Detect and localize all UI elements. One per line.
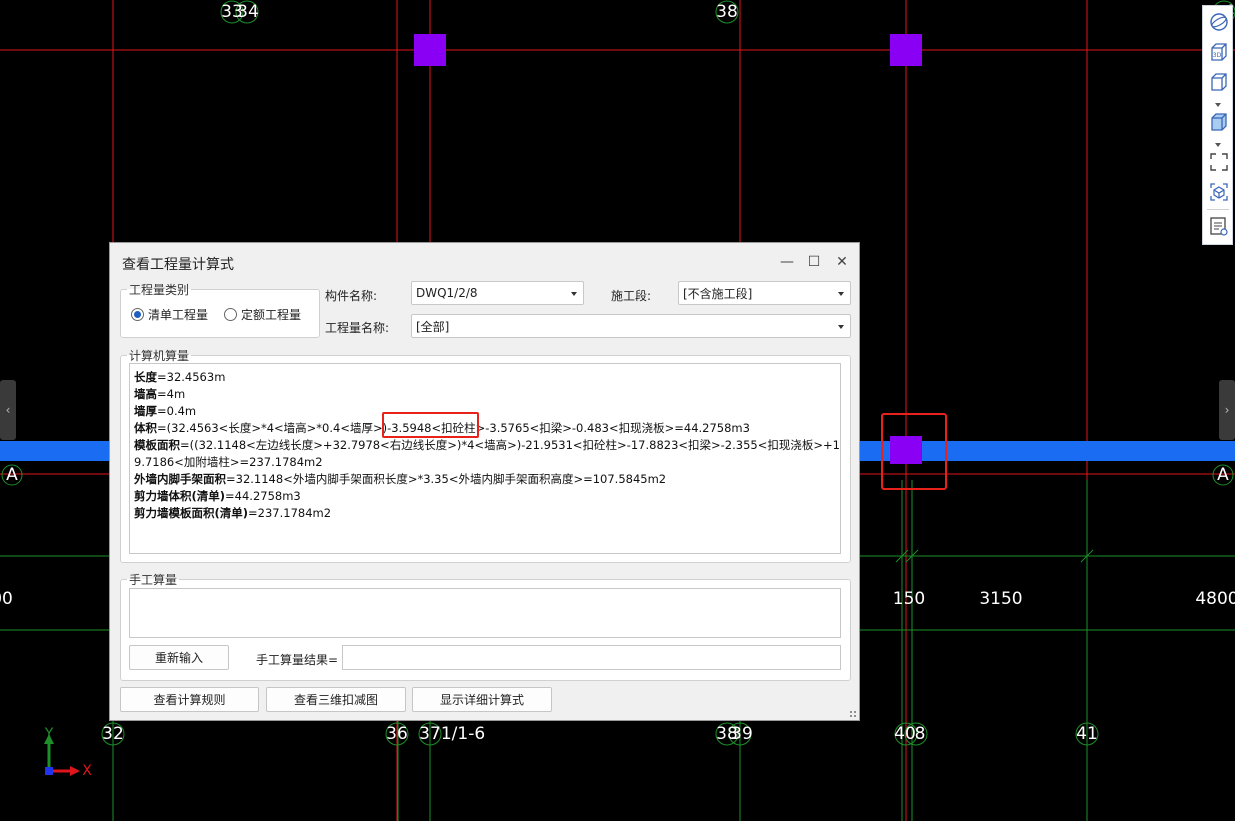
close-button[interactable]: ✕ bbox=[831, 251, 853, 273]
computer-calc-textarea[interactable]: 长度=32.4563m 墙高=4m 墙厚=0.4m 体积=(32.4563<长度… bbox=[129, 363, 841, 554]
list-view-icon[interactable] bbox=[1206, 214, 1231, 238]
cube-filled-icon[interactable] bbox=[1206, 110, 1231, 134]
manual-calc-legend: 手工算量 bbox=[129, 573, 178, 587]
quantity-name-select[interactable]: [全部] bbox=[411, 314, 851, 338]
bottom-axis-markers bbox=[101, 722, 1099, 746]
cube-outline-icon[interactable] bbox=[1206, 70, 1231, 94]
calc-line: 剪力墙体积(清单)=44.2758m3 bbox=[134, 489, 301, 503]
chevron-right-icon: › bbox=[1224, 403, 1230, 417]
calc-line: 外墙内脚手架面积=32.1148<外墙内脚手架面积长度>*3.35<外墙内脚手架… bbox=[134, 472, 667, 486]
axis-label-top: 34 bbox=[237, 2, 259, 22]
dimension-label: 3150 bbox=[979, 589, 1022, 609]
3d-box-icon[interactable]: 3D bbox=[1206, 40, 1231, 64]
quantity-name-label: 工程量名称: bbox=[325, 321, 390, 335]
chevron-left-icon: ‹ bbox=[5, 403, 11, 417]
dropdown-arrow-icon[interactable] bbox=[1215, 143, 1221, 147]
column-block[interactable] bbox=[414, 34, 446, 66]
ucs-x-label: X bbox=[82, 763, 92, 779]
ucs-icon: Y X bbox=[44, 726, 92, 779]
axis-label-side: A bbox=[1217, 465, 1229, 485]
chevron-down-icon bbox=[838, 292, 844, 296]
dimension-label: 150 bbox=[893, 589, 925, 609]
axis-label-bottom: 37 bbox=[419, 724, 441, 744]
dialog-title: 查看工程量计算式 bbox=[122, 257, 234, 273]
calc-line: 剪力墙模板面积(清单)=237.1784m2 bbox=[134, 506, 332, 520]
dropdown-arrow-icon[interactable] bbox=[1215, 103, 1221, 107]
stage-label: 施工段: bbox=[611, 289, 652, 303]
calc-line: 模板面积=((32.1148<左边线长度>+32.7978<右边线长度>)*4<… bbox=[134, 438, 840, 452]
dimension-label: 4800 bbox=[1195, 589, 1235, 609]
column-block[interactable] bbox=[890, 436, 922, 464]
quantity-name-value: [全部] bbox=[416, 319, 450, 334]
minimize-icon: — bbox=[780, 254, 794, 270]
computer-calc-legend: 计算机算量 bbox=[129, 349, 190, 363]
maximize-button[interactable]: ☐ bbox=[803, 251, 825, 273]
radio-label: 定额工程量 bbox=[241, 308, 302, 322]
stage-value: [不含施工段] bbox=[683, 286, 753, 301]
chevron-down-icon bbox=[571, 292, 577, 296]
right-collapse-tab[interactable]: › bbox=[1219, 380, 1235, 440]
radio-unselected-icon bbox=[224, 308, 237, 321]
fullscreen-icon[interactable] bbox=[1206, 150, 1231, 174]
column-block[interactable] bbox=[890, 34, 922, 66]
axis-label-bottom: 32 bbox=[102, 724, 124, 744]
manual-result-field[interactable] bbox=[342, 645, 841, 670]
calc-line: 墙高=4m bbox=[134, 387, 186, 401]
show-detailed-formula-button[interactable]: 显示详细计算式 bbox=[412, 687, 552, 712]
calc-line: 9.7186<加附墙柱>=237.1784m2 bbox=[134, 455, 323, 469]
reenter-button[interactable]: 重新输入 bbox=[129, 645, 229, 670]
component-name-select[interactable]: DWQ1/2/8 bbox=[411, 281, 584, 305]
calc-line: 墙厚=0.4m bbox=[134, 404, 197, 418]
minimize-button[interactable]: — bbox=[776, 251, 798, 273]
close-icon: ✕ bbox=[836, 254, 848, 270]
resize-grip-icon[interactable] bbox=[849, 710, 857, 718]
axis-label-bottom: 39 bbox=[731, 724, 753, 744]
axis-label-top: 38 bbox=[716, 2, 738, 22]
3d-text: 3D bbox=[1212, 52, 1221, 59]
calc-line: 长度=32.4563m bbox=[134, 370, 226, 384]
cube-view-icon[interactable] bbox=[1206, 180, 1231, 204]
radio-label: 清单工程量 bbox=[148, 308, 209, 322]
axis-label-bottom: 8 bbox=[915, 724, 926, 744]
ucs-y-label: Y bbox=[44, 726, 54, 742]
axis-label-bottom: 36 bbox=[386, 724, 408, 744]
deduction-highlight-box bbox=[382, 412, 479, 438]
quantity-type-legend: 工程量类别 bbox=[129, 283, 190, 297]
view-toolbar: 3D bbox=[1202, 5, 1233, 245]
bill-quantity-radio[interactable]: 清单工程量 bbox=[131, 306, 208, 323]
component-name-value: DWQ1/2/8 bbox=[416, 286, 478, 300]
view-3d-deduction-button[interactable]: 查看三维扣减图 bbox=[266, 687, 406, 712]
axis-label-bottom: 41 bbox=[1076, 724, 1098, 744]
view-calc-rules-button[interactable]: 查看计算规则 bbox=[120, 687, 259, 712]
chevron-down-icon bbox=[838, 325, 844, 329]
radio-selected-icon bbox=[131, 308, 144, 321]
manual-calc-textarea[interactable] bbox=[129, 588, 841, 638]
axis-label-bottom: 1/1-6 bbox=[441, 724, 485, 744]
axis-label-bottom: 40 bbox=[894, 724, 916, 744]
component-name-label: 构件名称: bbox=[325, 289, 378, 303]
axis-label-side: A bbox=[6, 465, 18, 485]
manual-result-label: 手工算量结果= bbox=[256, 653, 339, 667]
sphere-icon[interactable] bbox=[1206, 10, 1231, 34]
quantity-formula-dialog: 查看工程量计算式 — ☐ ✕ 工程量类别 清单工程量 定额工程量 构件名称: D… bbox=[109, 242, 860, 721]
maximize-icon: ☐ bbox=[807, 254, 821, 270]
left-collapse-tab[interactable]: ‹ bbox=[0, 380, 16, 440]
dimension-label: 00 bbox=[0, 589, 13, 609]
norm-quantity-radio[interactable]: 定额工程量 bbox=[224, 306, 301, 323]
stage-select[interactable]: [不含施工段] bbox=[678, 281, 851, 305]
